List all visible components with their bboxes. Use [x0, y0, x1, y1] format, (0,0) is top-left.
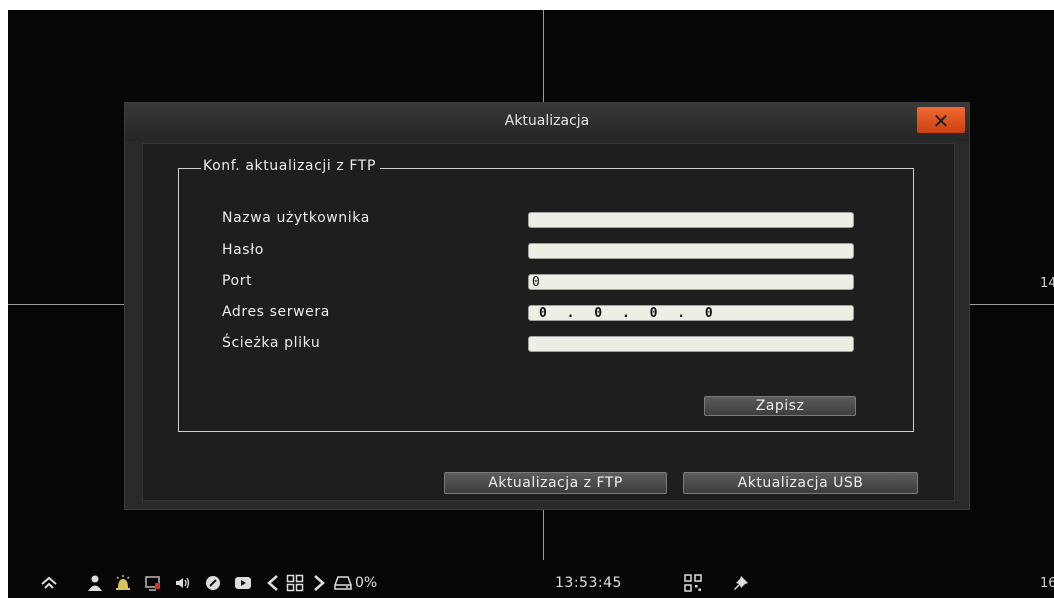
volume-icon[interactable] — [174, 574, 192, 592]
port-field[interactable] — [528, 274, 854, 290]
channel-label: 14 — [1040, 276, 1054, 291]
update-dialog: Aktualizacja ✕ Konf. aktualizacji z FTP … — [124, 102, 970, 510]
alarm-icon[interactable] — [114, 574, 132, 592]
grid-divider — [543, 10, 544, 102]
ftp-config-group — [178, 168, 914, 432]
port-label: Port — [222, 273, 253, 289]
video-wall: 14 16 Aktualizacja ✕ Konf. aktualizacji … — [8, 10, 1054, 598]
ftp-config-title: Konf. aktualizacji z FTP — [201, 158, 380, 174]
grid-divider — [8, 304, 124, 305]
user-icon[interactable] — [86, 574, 104, 592]
hdd-icon[interactable] — [334, 574, 352, 592]
username-label: Nazwa użytkownika — [222, 210, 370, 226]
pin-icon[interactable] — [732, 574, 750, 592]
grid-divider — [543, 508, 544, 560]
ftp-update-button[interactable]: Aktualizacja z FTP — [444, 472, 667, 494]
username-field[interactable] — [528, 212, 854, 228]
file-path-label: Ścieżka pliku — [222, 335, 321, 351]
close-button[interactable]: ✕ — [917, 107, 965, 133]
dialog-title: Aktualizacja — [504, 113, 590, 129]
home-icon[interactable] — [40, 574, 58, 592]
clock: 13:53:45 — [555, 575, 622, 591]
usb-update-button[interactable]: Aktualizacja USB — [683, 472, 918, 494]
taskbar: 0% 13:53:45 — [8, 570, 1054, 598]
hdd-usage: 0% — [355, 575, 378, 591]
password-field[interactable] — [528, 243, 854, 259]
qr-icon[interactable] — [684, 574, 702, 592]
grid-divider — [968, 304, 1054, 305]
password-label: Hasło — [222, 242, 264, 258]
playback-icon[interactable] — [234, 574, 252, 592]
close-icon: ✕ — [932, 109, 950, 133]
ptz-icon[interactable] — [204, 574, 222, 592]
dialog-body: Konf. aktualizacji z FTP Nazwa użytkowni… — [142, 143, 955, 501]
monitor-icon[interactable] — [144, 574, 162, 592]
server-address-label: Adres serwera — [222, 304, 330, 320]
save-button[interactable]: Zapisz — [704, 396, 856, 416]
server-address-field[interactable] — [528, 305, 854, 321]
chevron-right-icon[interactable] — [310, 574, 328, 592]
chevron-left-icon[interactable] — [264, 574, 282, 592]
dialog-titlebar: Aktualizacja ✕ — [125, 103, 969, 141]
layout-icon[interactable] — [286, 574, 304, 592]
file-path-field[interactable] — [528, 336, 854, 352]
